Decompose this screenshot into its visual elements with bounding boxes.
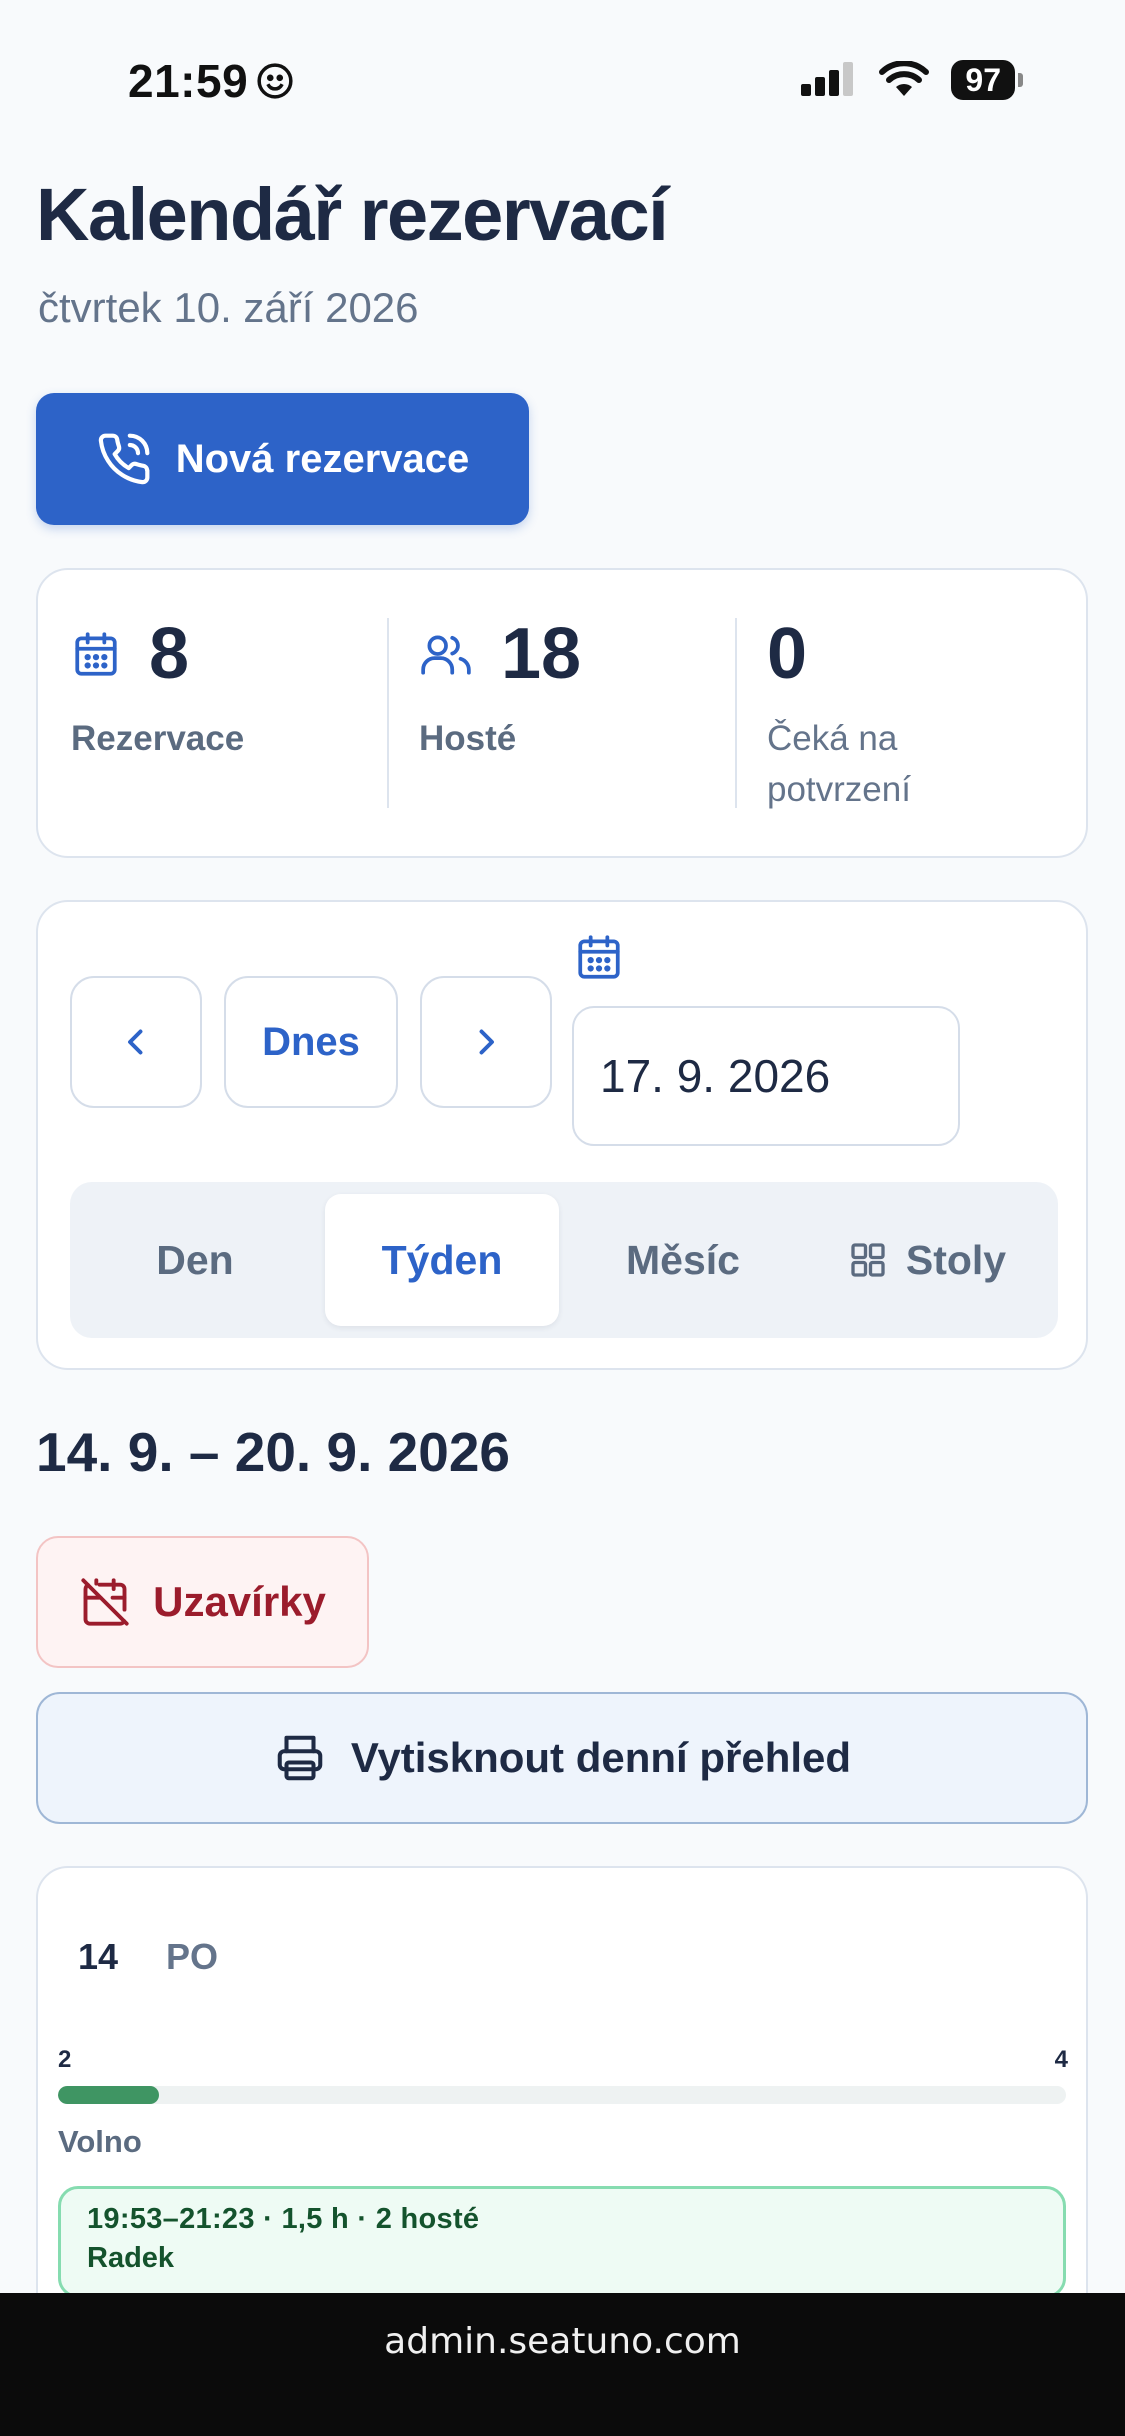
tab-month[interactable]: Měsíc xyxy=(570,1194,796,1326)
stat-guests: 18 Hosté xyxy=(419,618,739,765)
grid-icon xyxy=(851,1243,885,1277)
stat-pending-label: Čeká na potvrzení xyxy=(767,719,911,809)
date-field[interactable]: 17. 9. 2026 xyxy=(572,1006,960,1146)
stat-divider xyxy=(387,618,389,808)
tab-day-label: Den xyxy=(156,1236,234,1283)
print-label: Vytisknout denní přehled xyxy=(350,1734,852,1781)
today-button-label: Dnes xyxy=(262,1019,360,1064)
day-number: 14 xyxy=(78,1936,119,1977)
stats-card: 8 Rezervace 18 Hosté 0 Čeká na potvrzení xyxy=(36,568,1088,858)
page-subtitle: čtvrtek 10. září 2026 xyxy=(38,284,419,331)
tab-tables[interactable]: Stoly xyxy=(808,1194,1046,1326)
status-time: 21:59 xyxy=(128,55,249,107)
print-daily-overview-button[interactable]: Vytisknout denní přehled xyxy=(36,1692,1088,1824)
browser-url: admin.seatuno.com xyxy=(384,2321,741,2362)
today-button[interactable]: Dnes xyxy=(224,976,398,1108)
browser-address-bar[interactable]: admin.seatuno.com xyxy=(0,2293,1125,2436)
stat-guests-label: Hosté xyxy=(419,719,517,758)
next-button[interactable] xyxy=(420,976,552,1108)
reservation-time: 19:53–21:23 · 1,5 h · 2 hosté xyxy=(87,2203,480,2235)
wifi-icon xyxy=(879,61,930,96)
tab-week[interactable]: Týden xyxy=(325,1194,559,1326)
date-range-title: 14. 9. – 20. 9. 2026 xyxy=(36,1421,510,1483)
reservation-name: Radek xyxy=(87,2242,175,2274)
tab-tables-label: Stoly xyxy=(905,1236,1007,1283)
status-bar: 21:59 97 xyxy=(0,0,1125,165)
tab-day[interactable]: Den xyxy=(82,1194,308,1326)
battery-indicator: 97 xyxy=(951,60,1023,100)
capacity-bar xyxy=(58,2086,1066,2104)
capacity-status: Volno xyxy=(58,2124,142,2159)
users-icon xyxy=(421,635,471,675)
tab-month-label: Měsíc xyxy=(626,1236,740,1283)
stat-reservations: 8 Rezervace xyxy=(71,618,391,765)
printer-icon xyxy=(277,1735,323,1781)
previous-button[interactable] xyxy=(70,976,202,1108)
chevron-left-icon xyxy=(128,1029,143,1055)
calendar-icon xyxy=(578,935,620,979)
calendar-icon xyxy=(75,632,117,676)
capacity-max: 4 xyxy=(1054,2046,1068,2073)
reservation-item[interactable]: 19:53–21:23 · 1,5 h · 2 hosté Radek xyxy=(58,2186,1066,2298)
stat-divider xyxy=(735,618,737,808)
closures-label: Uzavírky xyxy=(153,1578,326,1625)
new-reservation-button[interactable]: Nová rezervace xyxy=(36,393,529,525)
calendar-navigation-card: Dnes 17. 9. 2026 Den Týden Měsíc Stoly xyxy=(36,900,1088,1370)
stat-reservations-label: Rezervace xyxy=(71,719,245,758)
date-field-value: 17. 9. 2026 xyxy=(600,1050,831,1102)
stat-pending: 0 Čeká na potvrzení xyxy=(767,618,1067,816)
new-reservation-label: Nová rezervace xyxy=(175,436,470,481)
closures-button[interactable]: Uzavírky xyxy=(36,1536,369,1668)
battery-level: 97 xyxy=(965,61,1001,98)
tab-week-label: Týden xyxy=(381,1236,503,1283)
day-name: PO xyxy=(166,1936,219,1977)
page-title: Kalendář rezervací xyxy=(36,173,669,256)
stat-pending-value: 0 xyxy=(767,614,808,694)
smiley-icon xyxy=(257,63,293,99)
calendar-off-icon xyxy=(81,1578,129,1626)
chevron-right-icon xyxy=(479,1029,494,1055)
stat-reservations-value: 8 xyxy=(149,614,190,694)
capacity-bar-fill xyxy=(58,2086,159,2104)
phone-call-icon xyxy=(98,433,150,485)
cellular-signal-icon xyxy=(801,62,854,96)
capacity-min: 2 xyxy=(58,2046,72,2073)
view-switcher: Den Týden Měsíc Stoly xyxy=(70,1182,1058,1338)
stat-guests-value: 18 xyxy=(501,614,582,694)
